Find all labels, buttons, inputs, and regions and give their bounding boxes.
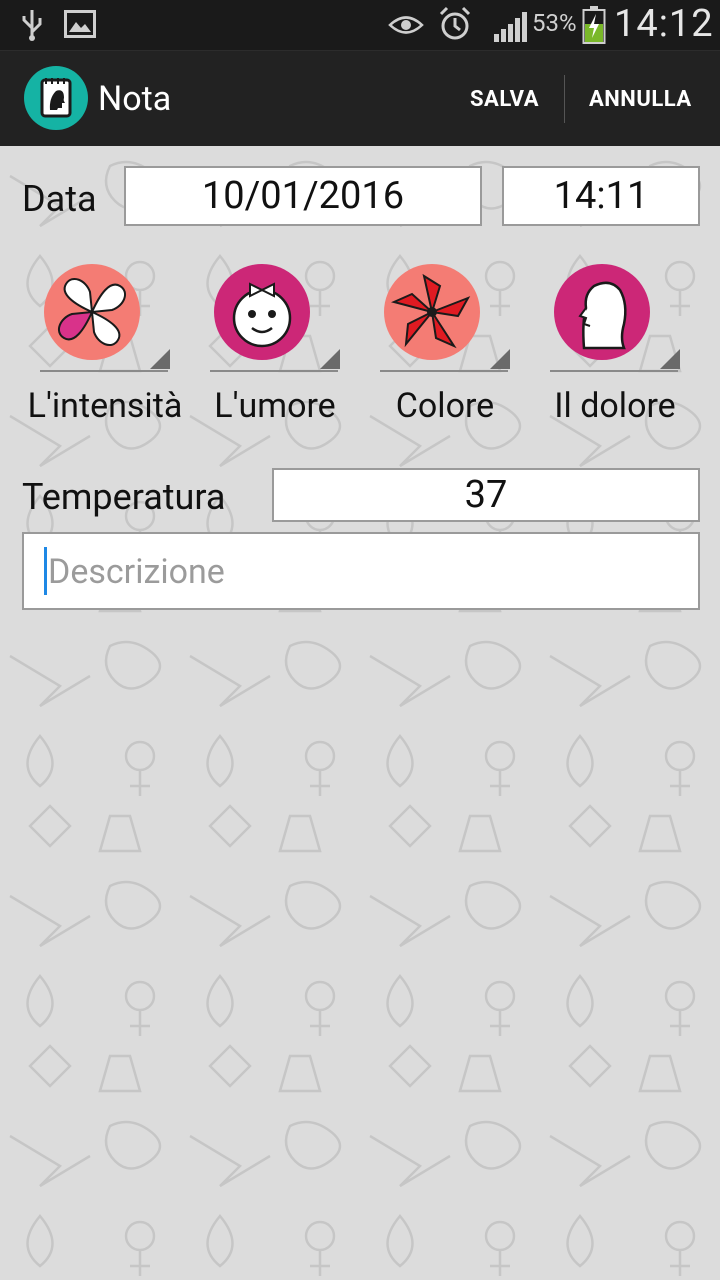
- temperature-value: 37: [464, 473, 508, 517]
- description-placeholder: Descrizione: [48, 552, 225, 592]
- date-label: Data: [22, 178, 97, 220]
- time-value: 14:11: [553, 174, 649, 218]
- pain-spinner[interactable]: [550, 264, 682, 376]
- temperature-label: Temperatura: [22, 476, 226, 518]
- cancel-button[interactable]: ANNULLA: [589, 87, 692, 112]
- head-profile-icon: [554, 264, 650, 360]
- status-bar: 53% 14:12: [0, 0, 720, 50]
- color-spinner[interactable]: [380, 264, 512, 376]
- image-icon: [64, 10, 96, 38]
- text-cursor: [44, 547, 47, 595]
- status-clock: 14:12: [614, 2, 714, 46]
- date-value: 10/01/2016: [201, 174, 405, 218]
- date-field[interactable]: 10/01/2016: [124, 166, 482, 226]
- mood-label: L'umore: [214, 386, 336, 426]
- action-divider: [564, 75, 565, 123]
- page-title: Nota: [98, 79, 172, 119]
- spinner-dropdown-indicator: [150, 349, 170, 369]
- spinner-dropdown-indicator: [320, 349, 340, 369]
- mood-spinner[interactable]: [210, 264, 342, 376]
- girl-face-icon: [214, 264, 310, 360]
- save-button[interactable]: SALVA: [470, 87, 539, 112]
- eye-icon: [388, 16, 424, 34]
- note-form: Data 10/01/2016 14:11 L'intensità L'umor…: [0, 146, 720, 1280]
- time-field[interactable]: 14:11: [502, 166, 700, 226]
- battery-charging-icon: [582, 6, 606, 44]
- usb-icon: [22, 10, 42, 41]
- red-flower-icon: [384, 264, 480, 360]
- action-bar: Nota SALVA ANNULLA: [0, 50, 720, 146]
- temperature-field[interactable]: 37: [272, 468, 700, 522]
- intensity-spinner[interactable]: [40, 264, 172, 376]
- color-label: Colore: [395, 386, 495, 426]
- app-logo-icon[interactable]: [24, 66, 88, 130]
- description-input[interactable]: Descrizione: [22, 532, 700, 610]
- spinner-dropdown-indicator: [490, 349, 510, 369]
- signal-icon: [494, 12, 527, 42]
- clover-hearts-icon: [44, 264, 140, 360]
- intensity-label: L'intensità: [27, 386, 183, 426]
- alarm-icon: [439, 6, 471, 40]
- pain-label: Il dolore: [554, 386, 676, 426]
- spinner-dropdown-indicator: [660, 349, 680, 369]
- battery-percent: 53%: [532, 9, 577, 37]
